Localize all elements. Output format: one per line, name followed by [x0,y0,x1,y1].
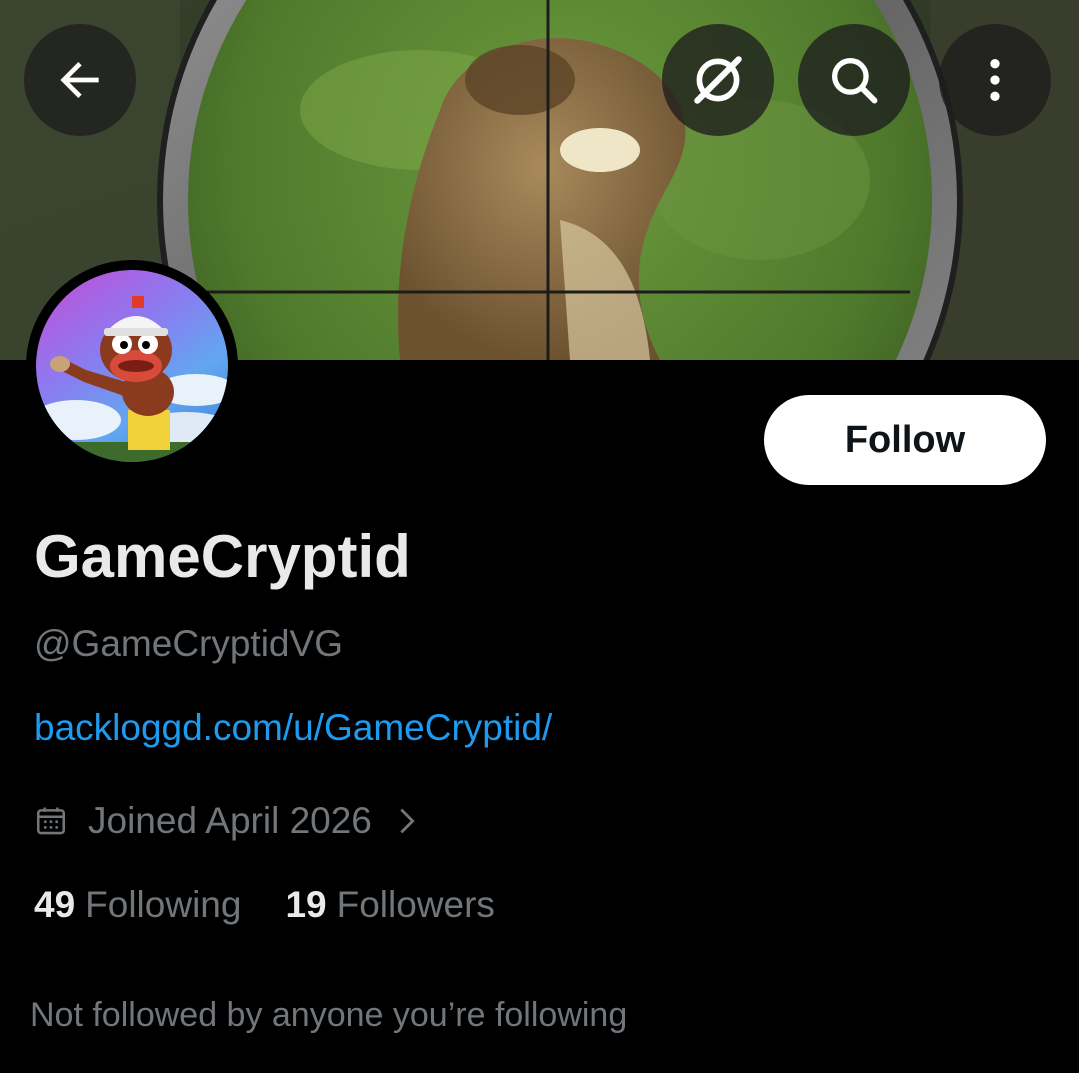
followers-label: Followers [336,884,495,925]
website-link[interactable]: backloggd.com/u/GameCryptid/ [34,707,552,749]
chevron-right-icon [394,804,420,838]
display-name: GameCryptid [34,523,411,590]
follow-stats: 49 Following 19 Followers [34,884,495,926]
avatar[interactable] [26,260,238,472]
following-label: Following [85,884,242,925]
more-vertical-icon [990,59,1000,101]
search-button[interactable] [798,24,910,136]
arrow-left-icon [60,62,99,98]
following-stat[interactable]: 49 Following [34,884,241,926]
followed-by-text: Not followed by anyone you’re following [30,996,628,1034]
search-icon [832,58,878,104]
calendar-icon [34,804,68,838]
joined-date-row[interactable]: Joined April 2026 [34,796,420,846]
follow-button[interactable]: Follow [764,395,1046,485]
user-handle: @GameCryptidVG [34,623,343,664]
followers-stat[interactable]: 19 Followers [285,884,494,926]
followers-count: 19 [285,884,327,925]
grok-icon [694,56,742,104]
avatar-image [36,270,228,462]
joined-date: Joined April 2026 [88,800,372,841]
following-count: 49 [34,884,76,925]
more-options-button[interactable] [939,24,1051,136]
back-button[interactable] [24,24,136,136]
grok-button[interactable] [662,24,774,136]
